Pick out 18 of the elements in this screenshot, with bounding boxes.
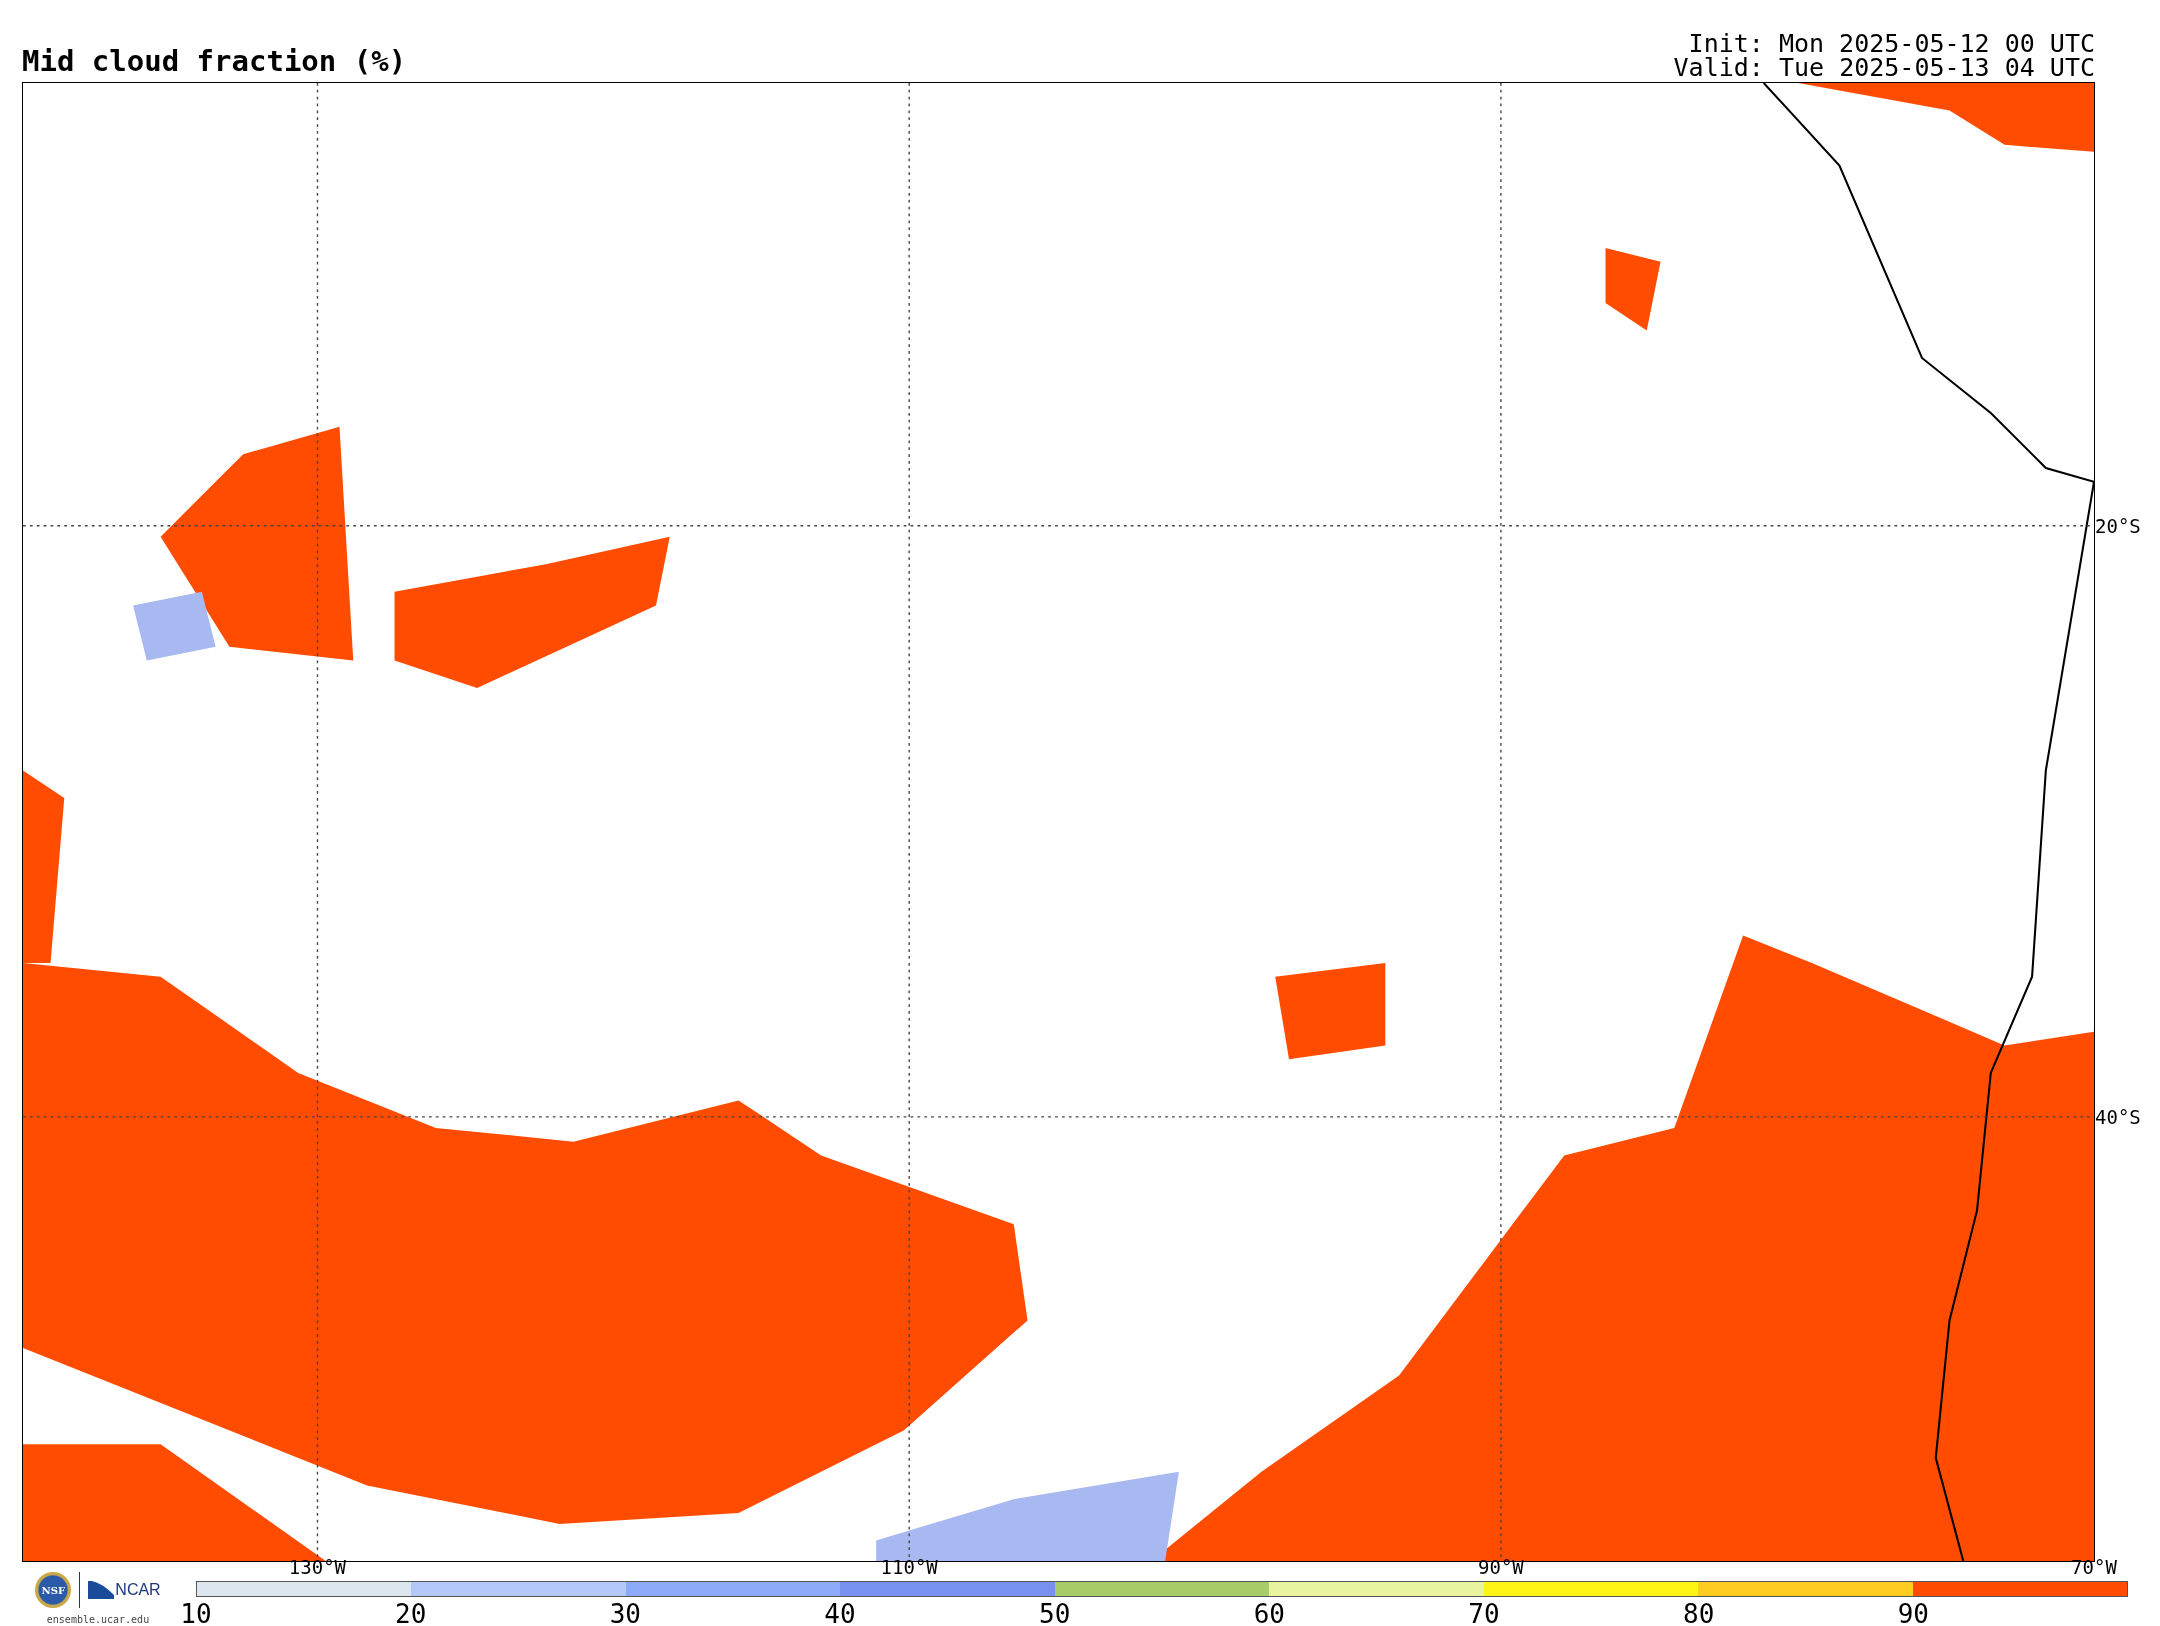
tick-label: 90	[1897, 1599, 1929, 1626]
tick-label: 80	[1683, 1599, 1715, 1626]
init-time: Init: Mon 2025-05-12 00 UTC	[1688, 32, 2095, 56]
website-url: ensemble.ucar.edu	[46, 1614, 150, 1625]
tick-label: 50	[1039, 1599, 1071, 1626]
tick-label: 70	[1468, 1599, 1500, 1626]
tick-label: 30	[609, 1599, 641, 1626]
latitude-label: 40°S	[2095, 1105, 2141, 1128]
tick-label: 20	[395, 1599, 427, 1626]
seal-logo: NSF	[35, 1572, 72, 1608]
tick-label: 10	[180, 1599, 212, 1626]
latitude-label: 20°S	[2095, 514, 2141, 537]
tick-label: 60	[1253, 1599, 1285, 1626]
tick-label: 40	[824, 1599, 856, 1626]
swoosh-icon	[88, 1581, 115, 1599]
chart-title: Mid cloud fraction (%)	[22, 44, 407, 80]
valid-time: Valid: Tue 2025-05-13 04 UTC	[1673, 56, 2095, 80]
logo-text: NCAR	[115, 1581, 161, 1599]
